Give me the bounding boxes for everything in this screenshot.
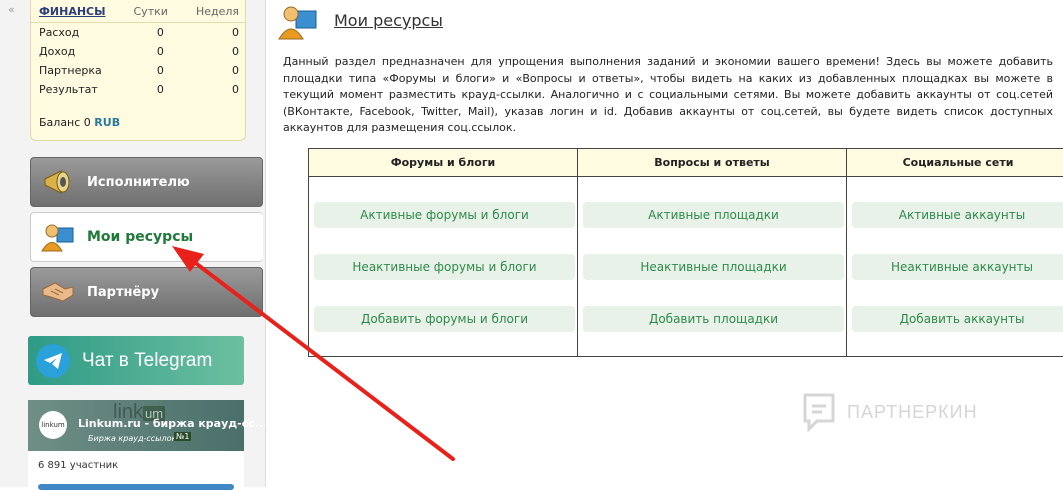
channel-title[interactable]: Linkum.ru - биржа крауд-сс... xyxy=(78,417,267,430)
finance-row-week: 0 xyxy=(232,45,239,58)
finance-row-label: Партнерка xyxy=(39,64,102,77)
handshake-icon xyxy=(41,277,75,307)
watermark-logo-icon xyxy=(803,393,835,433)
finance-panel: ФИНАНСЫ Сутки Неделя Расход 0 0 Доход 0 … xyxy=(30,0,246,141)
menu-item-label: Исполнителю xyxy=(87,174,190,190)
channel-members: 6 891 участник xyxy=(38,460,119,471)
menu-item-executor[interactable]: Исполнителю xyxy=(30,157,263,207)
active-forums-button[interactable]: Активные форумы и блоги xyxy=(314,202,575,228)
finance-row: Партнерка 0 0 xyxy=(31,61,245,80)
join-channel-button[interactable] xyxy=(38,484,234,490)
column-header: Вопросы и ответы xyxy=(578,149,846,177)
megaphone-icon xyxy=(41,167,75,197)
add-sites-button[interactable]: Добавить площадки xyxy=(583,306,844,332)
finance-row-day: 0 xyxy=(156,83,164,96)
channel-banner: link um linkum Linkum.ru - биржа крауд-сс… xyxy=(28,400,267,451)
finance-row: Результат 0 0 xyxy=(31,80,245,99)
finance-row-day: 0 xyxy=(156,26,164,39)
channel-badge: №1 xyxy=(174,432,192,441)
finance-row-label: Результат xyxy=(39,83,98,96)
finance-row-label: Расход xyxy=(39,26,80,39)
finance-title[interactable]: ФИНАНСЫ xyxy=(31,0,112,23)
finance-row-day: 0 xyxy=(156,64,164,77)
menu-item-my-resources[interactable]: Мои ресурсы xyxy=(30,212,263,262)
channel-subtitle: Биржа крауд-ссылок xyxy=(88,434,177,443)
telegram-chat-button[interactable]: Чат в Telegram xyxy=(28,336,244,385)
intro-text: Данный раздел предназначен для упрощения… xyxy=(283,55,1053,134)
watermark-text: ПАРТНЕРКИН xyxy=(847,401,978,422)
inactive-accounts-button[interactable]: Неактивные аккаунты xyxy=(852,254,1063,280)
user-monitor-icon xyxy=(278,4,318,40)
finance-row-week: 0 xyxy=(232,83,239,96)
finance-row-week: 0 xyxy=(232,64,239,77)
resources-table: Форумы и блоги Активные форумы и блоги Н… xyxy=(308,148,1063,357)
watermark: ПАРТНЕРКИН xyxy=(801,391,978,433)
telegram-icon xyxy=(36,343,70,378)
active-accounts-button[interactable]: Активные аккаунты xyxy=(852,202,1063,228)
user-monitor-icon xyxy=(41,222,75,252)
col-day-label: Сутки xyxy=(133,4,168,18)
telegram-chat-label: Чат в Telegram xyxy=(82,349,213,371)
sidebar: « ФИНАНСЫ Сутки Неделя Расход 0 0 Доход … xyxy=(0,0,267,490)
balance-currency-link[interactable]: RUB xyxy=(94,116,120,129)
inactive-forums-button[interactable]: Неактивные форумы и блоги xyxy=(314,254,575,280)
balance: Баланс 0 RUB xyxy=(39,116,120,129)
inactive-sites-button[interactable]: Неактивные площадки xyxy=(583,254,844,280)
column-header: Социальные сети xyxy=(847,149,1063,177)
column-forums: Форумы и блоги Активные форумы и блоги Н… xyxy=(309,149,578,356)
add-forums-button[interactable]: Добавить форумы и блоги xyxy=(314,306,575,332)
finance-row-week: 0 xyxy=(232,26,239,39)
telegram-channel-widget[interactable]: link um linkum Linkum.ru - биржа крауд-сс… xyxy=(28,400,267,490)
finance-row: Расход 0 0 xyxy=(31,23,245,42)
finance-row: Доход 0 0 xyxy=(31,42,245,61)
page-title: Мои ресурсы xyxy=(334,11,443,30)
column-social: Социальные сети Активные аккаунты Неакти… xyxy=(847,149,1063,356)
channel-avatar: linkum xyxy=(39,411,67,439)
finance-row-label: Доход xyxy=(39,45,76,58)
balance-label: Баланс 0 xyxy=(39,116,91,129)
active-sites-button[interactable]: Активные площадки xyxy=(583,202,844,228)
menu-item-partner[interactable]: Партнёру xyxy=(30,267,263,317)
column-qa: Вопросы и ответы Активные площадки Неакт… xyxy=(578,149,847,356)
menu-item-label: Партнёру xyxy=(87,284,160,300)
column-header: Форумы и блоги xyxy=(309,149,577,177)
menu-item-label: Мои ресурсы xyxy=(87,229,194,245)
col-week-label: Неделя xyxy=(195,4,239,18)
finance-row-day: 0 xyxy=(156,45,164,58)
add-accounts-button[interactable]: Добавить аккаунты xyxy=(852,306,1063,332)
collapse-sidebar-button[interactable]: « xyxy=(8,3,15,16)
